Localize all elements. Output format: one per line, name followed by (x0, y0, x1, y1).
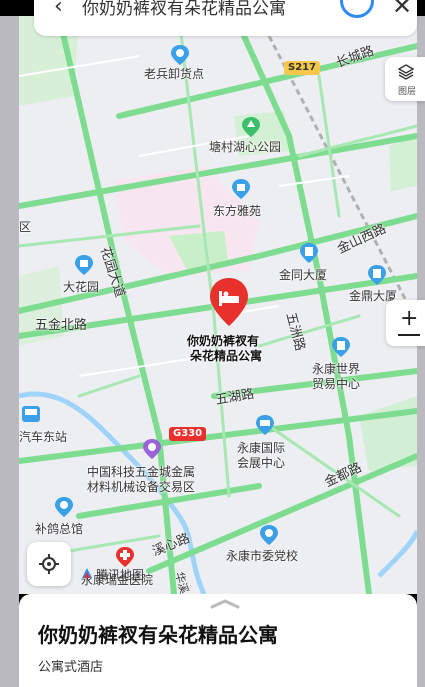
building-icon[interactable] (367, 264, 387, 286)
selected-poi-label[interactable]: 你奶奶裤衩有 朵花精品公寓 (187, 334, 262, 364)
zoom-divider (398, 334, 420, 336)
highway-g330-badge: G330 (169, 427, 207, 441)
poi-dongfang-label[interactable]: 东方雅苑 (213, 204, 261, 219)
locate-button[interactable] (27, 542, 71, 586)
selected-poi-line2: 朵花精品公寓 (190, 349, 263, 363)
poi-party-school-label[interactable]: 永康市委党校 (226, 549, 298, 564)
poi-name: 你奶奶裤衩有朵花精品公寓 (38, 623, 278, 647)
poi-detail-sheet[interactable]: 你奶奶裤衩有朵花精品公寓 公寓式酒店 (19, 594, 417, 687)
poi-laobing-label[interactable]: 老兵卸货点 (144, 67, 204, 82)
park-icon[interactable] (241, 116, 261, 138)
selected-poi-line1: 你奶奶裤衩有 (187, 334, 260, 348)
residential-icon[interactable] (231, 178, 251, 200)
map-view[interactable]: 老兵卸货点 塘村湖心公园 东方雅苑 大花园 金同大厦 金鼎大厦 永康世界 贸易中… (19, 16, 417, 594)
road-wujin-label: 五金北路 (35, 318, 88, 333)
app-screen: 老兵卸货点 塘村湖心公园 东方雅苑 大花园 金同大厦 金鼎大厦 永康世界 贸易中… (0, 0, 425, 687)
poi-jintong-label[interactable]: 金同大厦 (279, 268, 327, 283)
exhibition-icon[interactable] (255, 414, 275, 436)
zoom-in-button[interactable]: + (386, 300, 425, 346)
poi-bus-east-label[interactable]: 汽车东站 (19, 430, 67, 445)
poi-china-tech-label[interactable]: 中国科技五金城金属 材料机械设备交易区 (87, 465, 195, 495)
store-icon[interactable] (54, 496, 74, 518)
poi-category: 公寓式酒店 (38, 660, 104, 675)
building-icon[interactable] (331, 336, 351, 358)
search-bar[interactable]: ‹ 你奶奶裤衩有朵花精品公寓 ✕ (34, 0, 417, 36)
highway-s217-badge: S217 (284, 61, 321, 75)
tencent-map-logo-icon (82, 568, 92, 578)
screen-edge-left (0, 0, 19, 687)
close-icon[interactable]: ✕ (392, 0, 412, 20)
poi-expo-label[interactable]: 永康国际 会展中心 (237, 441, 285, 471)
residential-icon[interactable] (74, 254, 94, 276)
poi-world-trade-label[interactable]: 永康世界 贸易中心 (312, 362, 360, 392)
poi-district-label: 区 (19, 220, 32, 234)
chevron-up-icon[interactable] (210, 599, 240, 609)
hospital-icon[interactable] (115, 546, 135, 568)
map-watermark: 腾讯地图 (96, 568, 145, 582)
poi-tangxiang-label[interactable]: 塘村湖心公园 (209, 140, 281, 155)
poi-huayuan-label[interactable]: 大花园 (63, 280, 99, 295)
store-icon[interactable] (170, 44, 190, 66)
market-icon[interactable] (142, 438, 162, 460)
layers-button[interactable]: 图层 (385, 57, 425, 101)
building-icon[interactable] (299, 242, 319, 264)
back-icon[interactable]: ‹ (54, 0, 63, 19)
hotel-pin-icon[interactable] (208, 276, 250, 328)
crosshair-icon (39, 554, 59, 574)
loading-spinner-icon (340, 0, 374, 18)
layers-label: 图层 (398, 87, 417, 97)
government-icon[interactable] (259, 524, 279, 546)
layers-icon (398, 64, 414, 80)
plus-icon: + (400, 306, 419, 331)
search-query[interactable]: 你奶奶裤衩有朵花精品公寓 (82, 0, 286, 18)
bus-station-icon[interactable] (21, 404, 41, 426)
poi-bugezong-label[interactable]: 补鸽总馆 (35, 522, 83, 537)
